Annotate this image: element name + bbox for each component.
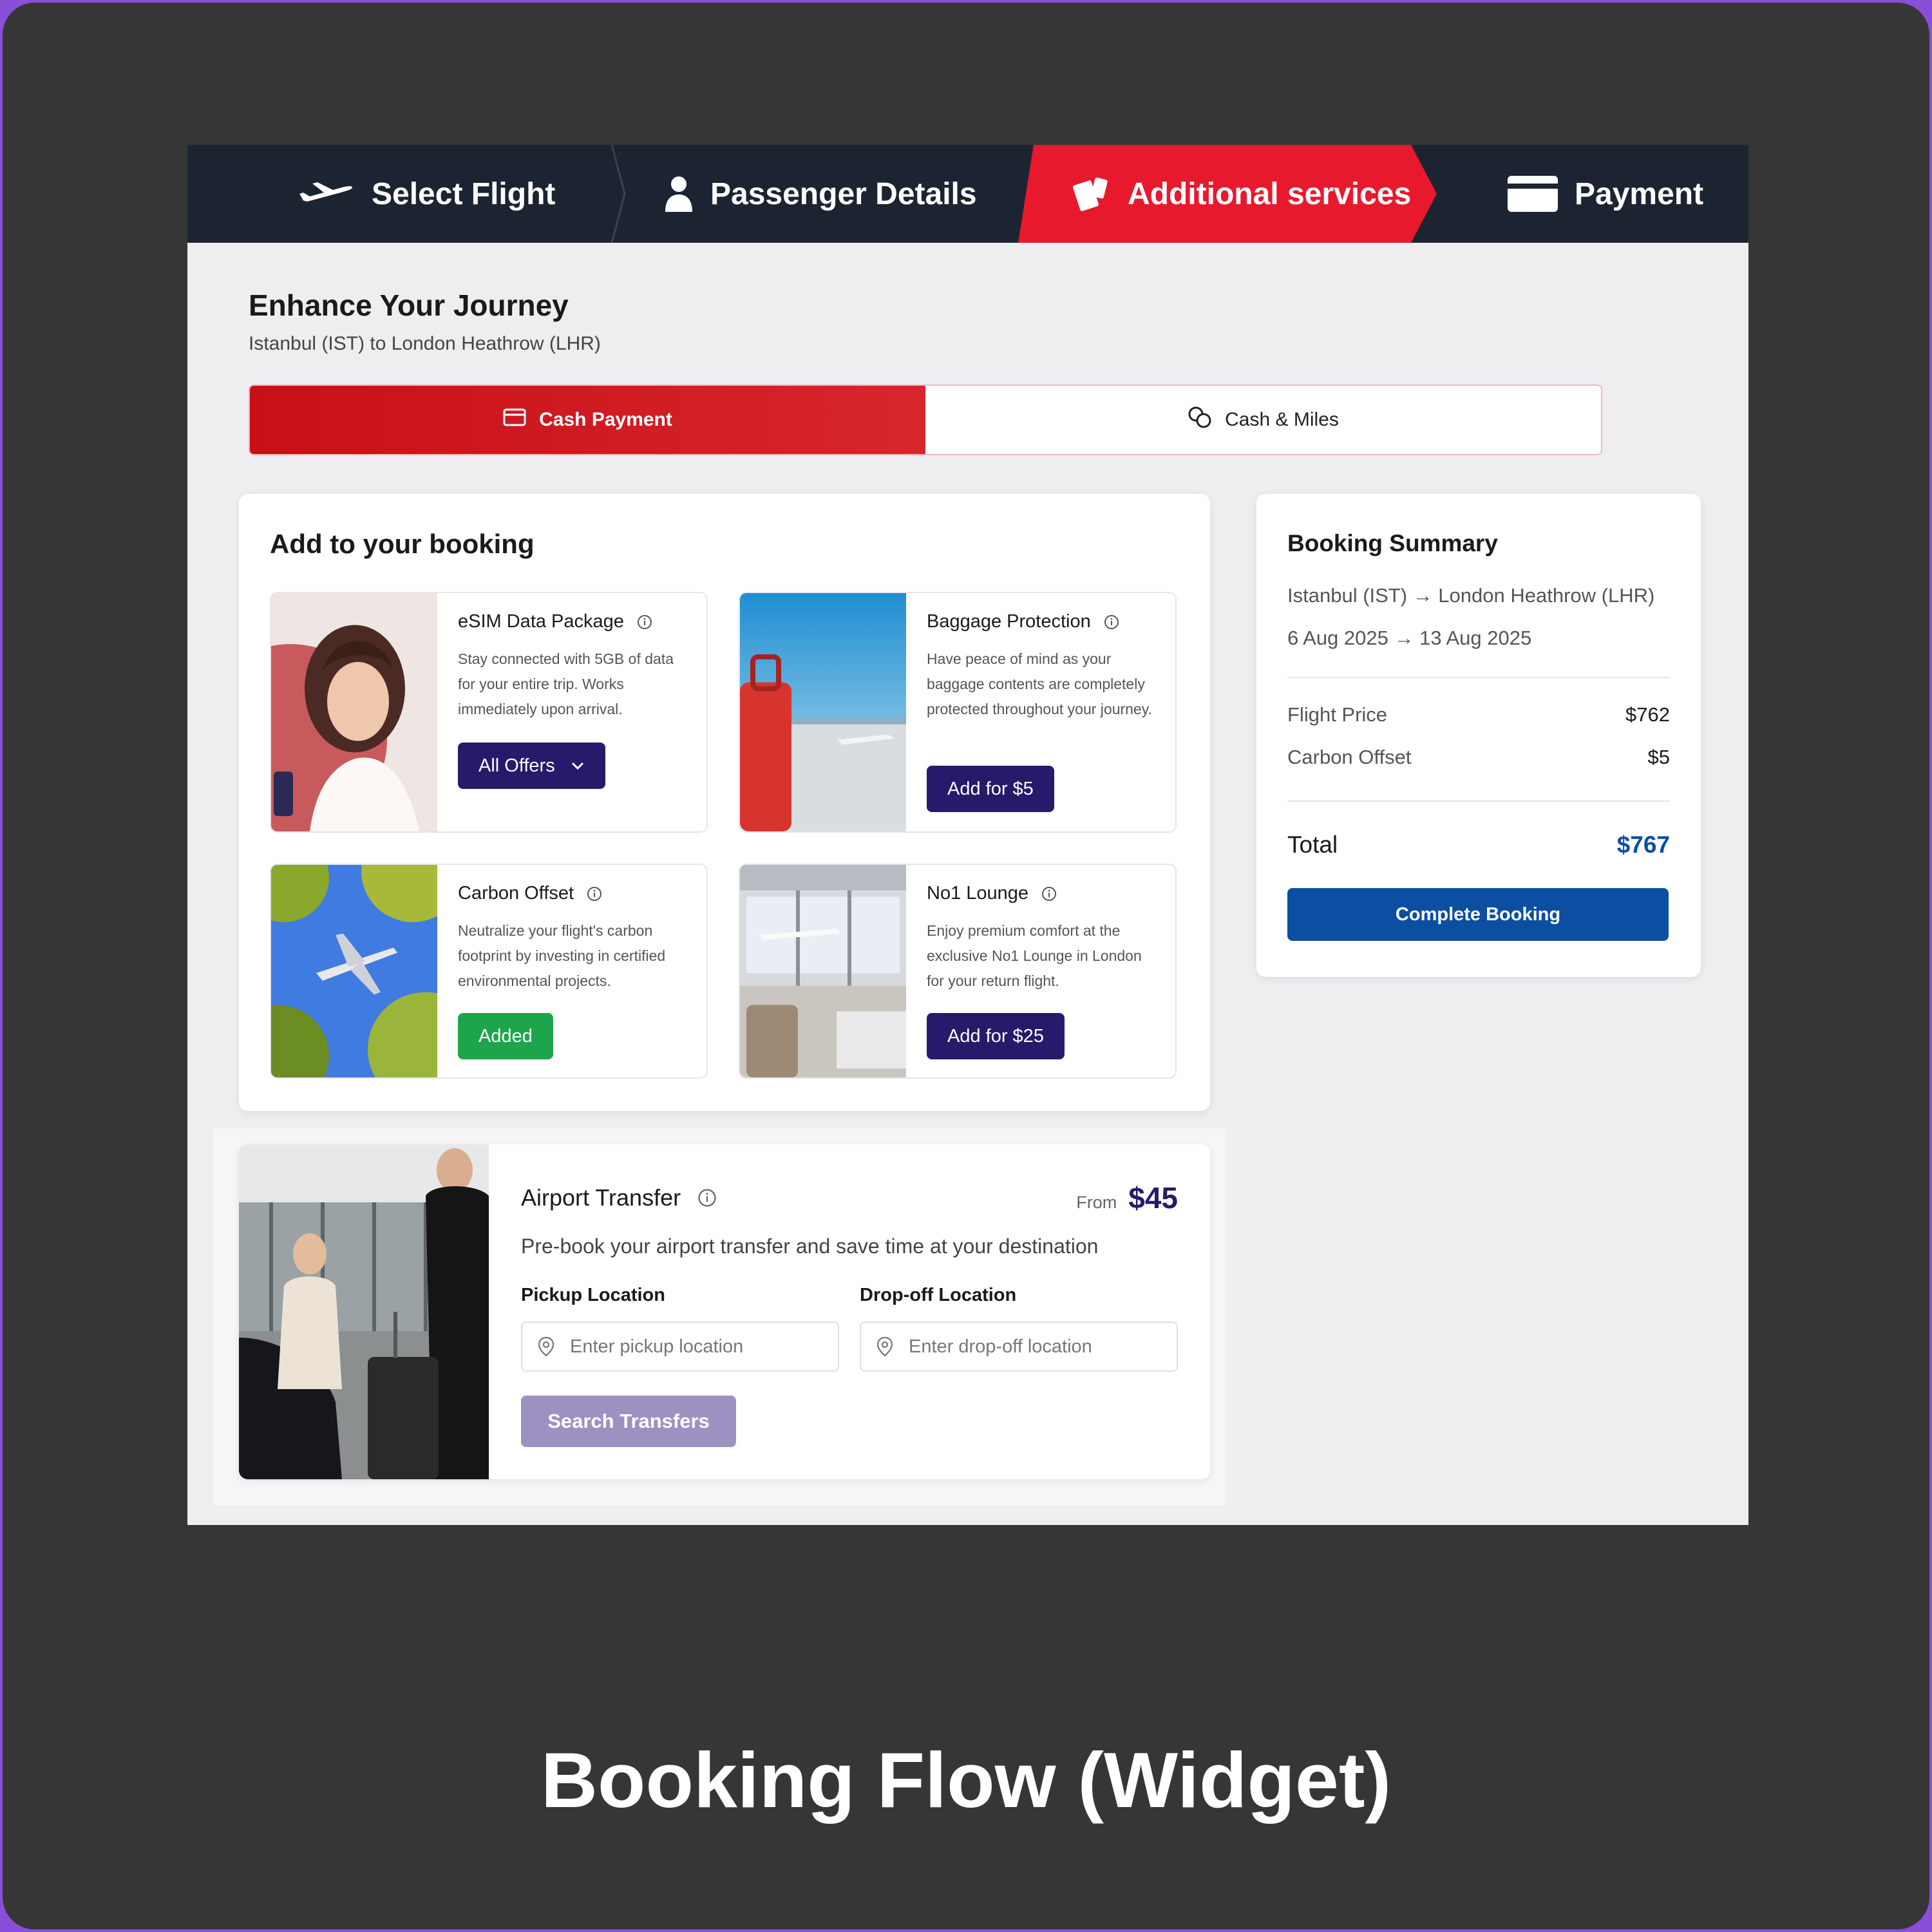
service-card-no1-lounge: No1 Lounge Enjoy premium comfort at the … — [739, 864, 1177, 1079]
step-label: Additional services — [1128, 176, 1412, 211]
transfer-title: Airport Transfer — [521, 1184, 681, 1211]
info-icon[interactable] — [637, 614, 652, 630]
total-value: $767 — [1616, 831, 1670, 858]
summary-line-flight-price: Flight Price $762 — [1287, 703, 1670, 726]
summary-total: Total $767 — [1287, 831, 1670, 858]
button-label: Added — [478, 1025, 533, 1046]
add-baggage-protection-button[interactable]: Add for $5 — [927, 766, 1054, 812]
option-label: Cash Payment — [539, 409, 672, 430]
line-value: $5 — [1647, 746, 1670, 768]
tickets-icon — [1071, 176, 1111, 212]
carbon-offset-added-button[interactable]: Added — [458, 1013, 553, 1059]
payment-method-toggle: Cash Payment Cash & Miles — [249, 384, 1602, 455]
booking-widget: Select Flight Passenger Details Addition… — [187, 145, 1748, 1525]
cash-payment-option[interactable]: Cash Payment — [250, 386, 925, 454]
service-description: Enjoy premium comfort at the exclusive N… — [927, 922, 1142, 989]
content-area: Enhance Your Journey Istanbul (IST) to L… — [187, 243, 1748, 1525]
transfer-price: From $45 — [1076, 1180, 1178, 1215]
step-select-flight[interactable]: Select Flight — [296, 145, 555, 243]
button-label: All Offers — [478, 755, 555, 776]
add-to-booking-card: Add to your booking eSIM Data Package St… — [239, 494, 1210, 1111]
service-card-esim: eSIM Data Package Stay connected with 5G… — [270, 592, 708, 833]
carbon-offset-image — [271, 865, 437, 1077]
divider — [1287, 677, 1670, 678]
step-label: Passenger Details — [710, 176, 977, 211]
pickup-label: Pickup Location — [521, 1285, 665, 1305]
step-label: Select Flight — [372, 176, 556, 211]
location-pin-icon — [538, 1336, 554, 1357]
airport-transfer-image — [239, 1144, 489, 1479]
service-name: Baggage Protection — [927, 611, 1091, 632]
pickup-field — [521, 1321, 839, 1372]
service-description: Stay connected with 5GB of data for your… — [458, 650, 674, 717]
dropoff-input[interactable] — [909, 1336, 1166, 1358]
summary-title: Booking Summary — [1287, 530, 1498, 556]
progress-stepper: Select Flight Passenger Details Addition… — [187, 145, 1748, 243]
esim-image — [271, 593, 437, 831]
service-name: No1 Lounge — [927, 883, 1029, 904]
summary-route: Istanbul (IST) → London Heathrow (LHR) — [1287, 584, 1655, 607]
showcase-frame: Select Flight Passenger Details Addition… — [3, 3, 1929, 1929]
price-from-label: From — [1076, 1193, 1117, 1212]
cash-miles-option[interactable]: Cash & Miles — [925, 386, 1601, 454]
location-pin-icon — [876, 1336, 893, 1357]
step-additional-services[interactable]: Additional services — [1071, 145, 1411, 243]
person-icon — [664, 176, 694, 212]
pickup-input[interactable] — [570, 1336, 828, 1358]
button-label: Add for $5 — [947, 778, 1034, 799]
section-title: Add to your booking — [270, 529, 535, 559]
summary-line-carbon-offset: Carbon Offset $5 — [1287, 746, 1670, 769]
step-payment[interactable]: Payment — [1508, 145, 1703, 243]
add-lounge-button[interactable]: Add for $25 — [927, 1013, 1065, 1059]
search-transfers-button[interactable]: Search Transfers — [521, 1396, 736, 1447]
lounge-image — [740, 865, 906, 1077]
info-icon[interactable] — [587, 886, 602, 902]
coins-icon — [1188, 406, 1212, 434]
service-card-carbon-offset: Carbon Offset Neutralize your flight's c… — [270, 864, 708, 1079]
step-passenger-details[interactable]: Passenger Details — [664, 145, 977, 243]
dropoff-field — [860, 1321, 1178, 1372]
step-label: Payment — [1575, 176, 1704, 211]
transfer-description: Pre-book your airport transfer and save … — [521, 1235, 1099, 1258]
step-separator — [611, 145, 626, 243]
service-card-baggage-protection: Baggage Protection Have peace of mind as… — [739, 592, 1177, 833]
summary-dates: 6 Aug 2025 → 13 Aug 2025 — [1287, 627, 1532, 649]
service-name: Carbon Offset — [458, 883, 574, 904]
credit-card-icon — [503, 408, 526, 431]
line-label: Flight Price — [1287, 703, 1388, 726]
page-title: Enhance Your Journey — [249, 289, 569, 322]
showcase-caption: Booking Flow (Widget) — [540, 1736, 1392, 1824]
option-label: Cash & Miles — [1225, 409, 1339, 430]
baggage-image — [740, 593, 906, 831]
price-amount: $45 — [1128, 1181, 1178, 1215]
info-icon[interactable] — [1104, 614, 1119, 630]
button-label: Add for $25 — [947, 1025, 1044, 1046]
booking-summary-card: Booking Summary Istanbul (IST) → London … — [1256, 494, 1701, 977]
chevron-down-icon — [571, 762, 583, 770]
plane-icon — [296, 180, 355, 208]
complete-booking-button[interactable]: Complete Booking — [1287, 888, 1669, 941]
line-label: Carbon Offset — [1287, 746, 1412, 768]
all-offers-button[interactable]: All Offers — [458, 743, 605, 789]
info-icon[interactable] — [697, 1188, 717, 1208]
info-icon[interactable] — [1041, 886, 1057, 902]
dropoff-label: Drop-off Location — [860, 1285, 1017, 1305]
service-name: eSIM Data Package — [458, 611, 624, 632]
card-icon — [1508, 176, 1558, 212]
total-label: Total — [1287, 831, 1338, 858]
line-value: $762 — [1625, 703, 1670, 726]
service-description: Have peace of mind as your baggage conte… — [927, 650, 1152, 717]
page-subtitle: Istanbul (IST) to London Heathrow (LHR) — [249, 333, 601, 354]
service-description: Neutralize your flight's carbon footprin… — [458, 922, 666, 989]
divider — [1287, 800, 1670, 802]
airport-transfer-card: Airport Transfer From $45 Pre-book your … — [239, 1144, 1210, 1479]
